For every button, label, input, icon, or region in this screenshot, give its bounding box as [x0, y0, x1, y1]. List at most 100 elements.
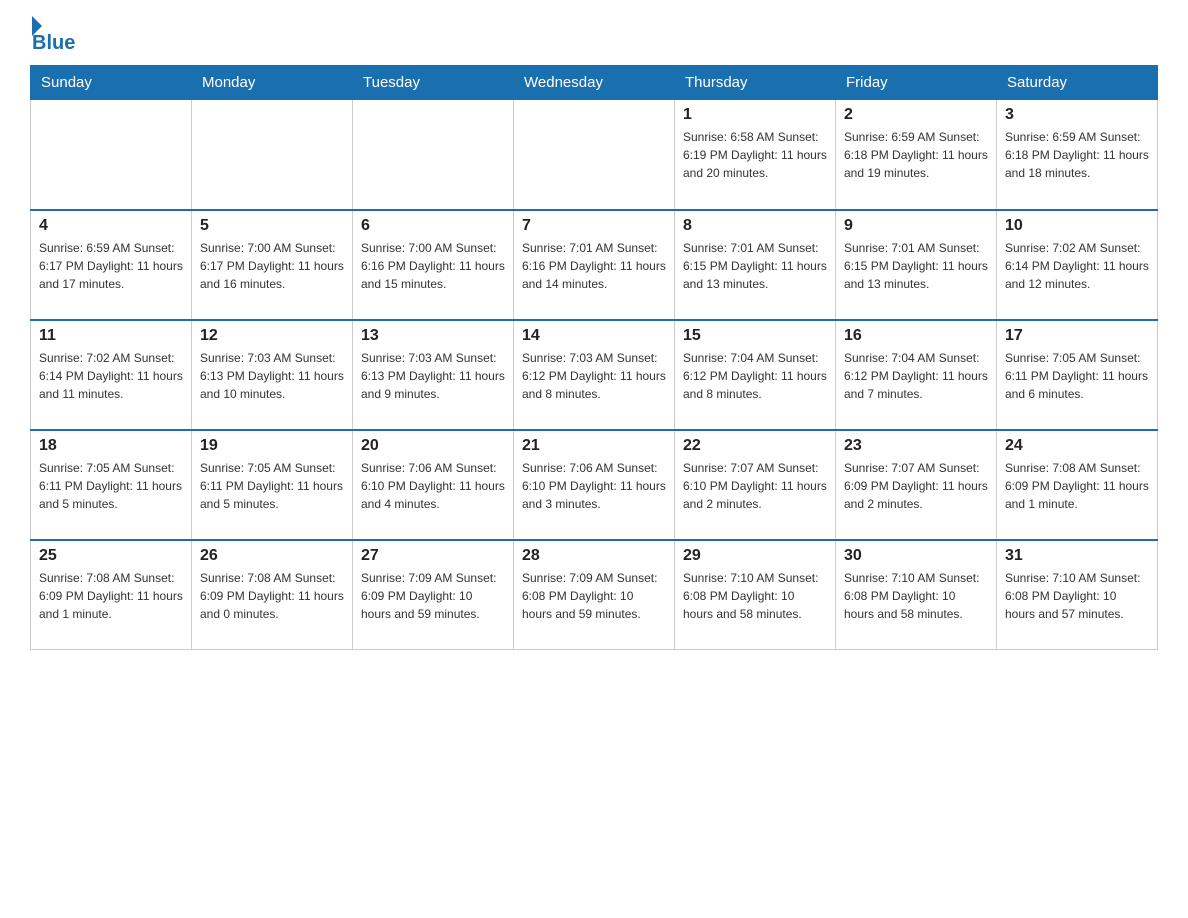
calendar-cell: 8 Sunrise: 7:01 AM Sunset: 6:15 PM Daylig… — [675, 210, 836, 320]
day-number: 6 — [361, 217, 505, 235]
calendar-cell: 22Sunrise: 7:07 AM Sunset: 6:10 PM Dayli… — [675, 430, 836, 540]
day-number: 18 — [39, 437, 183, 455]
calendar-cell: 1Sunrise: 6:58 AM Sunset: 6:19 PM Daylig… — [675, 100, 836, 210]
day-number: 30 — [844, 547, 988, 565]
day-info: Sunrise: 7:06 AM Sunset: 6:10 PM Dayligh… — [522, 459, 666, 513]
day-number: 21 — [522, 437, 666, 455]
calendar-cell — [31, 100, 192, 210]
calendar-week-row: 4 Sunrise: 6:59 AM Sunset: 6:17 PM Daylig… — [31, 210, 1158, 320]
day-info: Sunrise: 7:02 AM Sunset: 6:14 PM Dayligh… — [39, 349, 183, 403]
calendar-table: SundayMondayTuesdayWednesdayThursdayFrid… — [30, 65, 1158, 650]
day-number: 2 — [844, 106, 988, 124]
day-number: 28 — [522, 547, 666, 565]
calendar-cell — [353, 100, 514, 210]
calendar-cell: 18 Sunrise: 7:05 AM Sunset: 6:11 PM Dayli… — [31, 430, 192, 540]
day-number: 3 — [1005, 106, 1149, 124]
page-header: Blue — [30, 20, 1158, 55]
calendar-cell: 17 Sunrise: 7:05 AM Sunset: 6:11 PM Dayli… — [997, 320, 1158, 430]
day-info: Sunrise: 7:01 AM Sunset: 6:15 PM Dayligh… — [683, 239, 827, 293]
day-info: Sunrise: 7:03 AM Sunset: 6:13 PM Dayligh… — [200, 349, 344, 403]
day-number: 5 — [200, 217, 344, 235]
calendar-cell: 3 Sunrise: 6:59 AM Sunset: 6:18 PM Daylig… — [997, 100, 1158, 210]
day-number: 19 — [200, 437, 344, 455]
day-number: 27 — [361, 547, 505, 565]
weekday-header-saturday: Saturday — [997, 66, 1158, 100]
calendar-cell: 11 Sunrise: 7:02 AM Sunset: 6:14 PM Dayli… — [31, 320, 192, 430]
weekday-header-monday: Monday — [192, 66, 353, 100]
calendar-cell: 14 Sunrise: 7:03 AM Sunset: 6:12 PM Dayli… — [514, 320, 675, 430]
day-info: Sunrise: 7:04 AM Sunset: 6:12 PM Dayligh… — [844, 349, 988, 403]
calendar-cell: 21 Sunrise: 7:06 AM Sunset: 6:10 PM Dayli… — [514, 430, 675, 540]
day-info: Sunrise: 7:03 AM Sunset: 6:12 PM Dayligh… — [522, 349, 666, 403]
calendar-cell: 25 Sunrise: 7:08 AM Sunset: 6:09 PM Dayli… — [31, 540, 192, 650]
calendar-cell: 6 Sunrise: 7:00 AM Sunset: 6:16 PM Daylig… — [353, 210, 514, 320]
calendar-cell: 24 Sunrise: 7:08 AM Sunset: 6:09 PM Dayli… — [997, 430, 1158, 540]
day-number: 31 — [1005, 547, 1149, 565]
day-number: 13 — [361, 327, 505, 345]
calendar-cell: 19 Sunrise: 7:05 AM Sunset: 6:11 PM Dayli… — [192, 430, 353, 540]
day-info: Sunrise: 7:02 AM Sunset: 6:14 PM Dayligh… — [1005, 239, 1149, 293]
day-number: 1 — [683, 106, 827, 124]
day-number: 8 — [683, 217, 827, 235]
calendar-cell — [514, 100, 675, 210]
calendar-cell: 26 Sunrise: 7:08 AM Sunset: 6:09 PM Dayli… — [192, 540, 353, 650]
day-info: Sunrise: 7:09 AM Sunset: 6:09 PM Dayligh… — [361, 569, 505, 623]
day-number: 12 — [200, 327, 344, 345]
calendar-cell: 7 Sunrise: 7:01 AM Sunset: 6:16 PM Daylig… — [514, 210, 675, 320]
day-info: Sunrise: 7:06 AM Sunset: 6:10 PM Dayligh… — [361, 459, 505, 513]
calendar-week-row: 25 Sunrise: 7:08 AM Sunset: 6:09 PM Dayli… — [31, 540, 1158, 650]
day-number: 16 — [844, 327, 988, 345]
day-number: 20 — [361, 437, 505, 455]
day-info: Sunrise: 7:10 AM Sunset: 6:08 PM Dayligh… — [844, 569, 988, 623]
weekday-header-wednesday: Wednesday — [514, 66, 675, 100]
calendar-cell: 9 Sunrise: 7:01 AM Sunset: 6:15 PM Daylig… — [836, 210, 997, 320]
day-info: Sunrise: 7:00 AM Sunset: 6:17 PM Dayligh… — [200, 239, 344, 293]
day-info: Sunrise: 6:59 AM Sunset: 6:18 PM Dayligh… — [844, 128, 988, 182]
calendar-cell: 31 Sunrise: 7:10 AM Sunset: 6:08 PM Dayli… — [997, 540, 1158, 650]
day-number: 7 — [522, 217, 666, 235]
calendar-cell: 4 Sunrise: 6:59 AM Sunset: 6:17 PM Daylig… — [31, 210, 192, 320]
weekday-header-sunday: Sunday — [31, 66, 192, 100]
calendar-cell: 29 Sunrise: 7:10 AM Sunset: 6:08 PM Dayli… — [675, 540, 836, 650]
calendar-cell: 23 Sunrise: 7:07 AM Sunset: 6:09 PM Dayli… — [836, 430, 997, 540]
calendar-cell: 12 Sunrise: 7:03 AM Sunset: 6:13 PM Dayli… — [192, 320, 353, 430]
day-info: Sunrise: 7:00 AM Sunset: 6:16 PM Dayligh… — [361, 239, 505, 293]
day-info: Sunrise: 7:08 AM Sunset: 6:09 PM Dayligh… — [200, 569, 344, 623]
day-info: Sunrise: 7:10 AM Sunset: 6:08 PM Dayligh… — [683, 569, 827, 623]
day-number: 26 — [200, 547, 344, 565]
day-info: Sunrise: 7:05 AM Sunset: 6:11 PM Dayligh… — [39, 459, 183, 513]
day-number: 10 — [1005, 217, 1149, 235]
logo-subtitle: Blue — [32, 32, 75, 55]
calendar-week-row: 1Sunrise: 6:58 AM Sunset: 6:19 PM Daylig… — [31, 100, 1158, 210]
calendar-cell: 27 Sunrise: 7:09 AM Sunset: 6:09 PM Dayli… — [353, 540, 514, 650]
day-number: 4 — [39, 217, 183, 235]
day-info: Sunrise: 7:01 AM Sunset: 6:15 PM Dayligh… — [844, 239, 988, 293]
day-number: 24 — [1005, 437, 1149, 455]
logo: Blue — [30, 20, 75, 55]
calendar-cell: 2 Sunrise: 6:59 AM Sunset: 6:18 PM Daylig… — [836, 100, 997, 210]
calendar-cell: 28 Sunrise: 7:09 AM Sunset: 6:08 PM Dayli… — [514, 540, 675, 650]
day-number: 25 — [39, 547, 183, 565]
day-info: Sunrise: 7:10 AM Sunset: 6:08 PM Dayligh… — [1005, 569, 1149, 623]
day-info: Sunrise: 7:08 AM Sunset: 6:09 PM Dayligh… — [39, 569, 183, 623]
day-info: Sunrise: 7:01 AM Sunset: 6:16 PM Dayligh… — [522, 239, 666, 293]
day-info: Sunrise: 6:59 AM Sunset: 6:18 PM Dayligh… — [1005, 128, 1149, 182]
weekday-header-tuesday: Tuesday — [353, 66, 514, 100]
day-number: 22 — [683, 437, 827, 455]
day-info: Sunrise: 7:05 AM Sunset: 6:11 PM Dayligh… — [200, 459, 344, 513]
weekday-header-friday: Friday — [836, 66, 997, 100]
day-number: 9 — [844, 217, 988, 235]
day-number: 17 — [1005, 327, 1149, 345]
day-info: Sunrise: 7:05 AM Sunset: 6:11 PM Dayligh… — [1005, 349, 1149, 403]
day-number: 11 — [39, 327, 183, 345]
day-info: Sunrise: 7:09 AM Sunset: 6:08 PM Dayligh… — [522, 569, 666, 623]
calendar-week-row: 18 Sunrise: 7:05 AM Sunset: 6:11 PM Dayli… — [31, 430, 1158, 540]
day-info: Sunrise: 6:59 AM Sunset: 6:17 PM Dayligh… — [39, 239, 183, 293]
day-number: 14 — [522, 327, 666, 345]
day-info: Sunrise: 7:04 AM Sunset: 6:12 PM Dayligh… — [683, 349, 827, 403]
day-info: Sunrise: 7:07 AM Sunset: 6:09 PM Dayligh… — [844, 459, 988, 513]
day-info: Sunrise: 7:08 AM Sunset: 6:09 PM Dayligh… — [1005, 459, 1149, 513]
day-number: 23 — [844, 437, 988, 455]
day-number: 29 — [683, 547, 827, 565]
day-number: 15 — [683, 327, 827, 345]
